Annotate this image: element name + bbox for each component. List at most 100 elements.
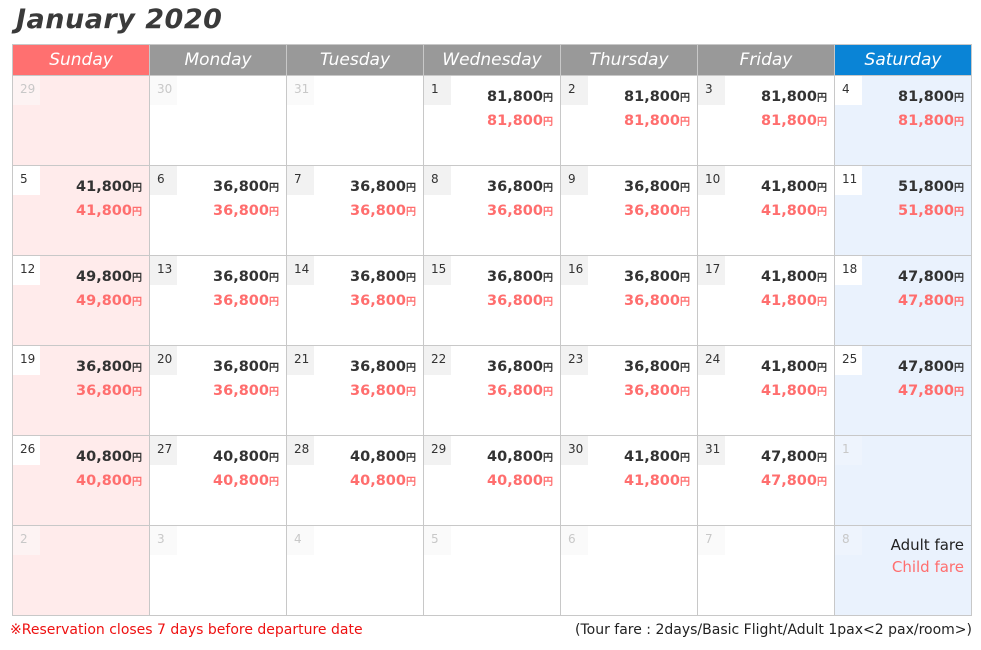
calendar-day-cell[interactable]: 13 36,800円 36,800円 [149,255,287,346]
fare-group: 36,800円 36,800円 [487,266,553,314]
yen-symbol: 円 [817,297,827,308]
calendar-day-cell[interactable]: 4 81,800円 81,800円 [834,75,972,166]
calendar-day-cell[interactable]: 28 40,800円 40,800円 [286,435,424,526]
calendar-day-cell[interactable]: 23 36,800円 36,800円 [560,345,698,436]
day-number: 22 [424,346,451,375]
yen-symbol: 円 [954,273,964,284]
yen-symbol: 円 [817,183,827,194]
calendar-day-cell[interactable]: 16 36,800円 36,800円 [560,255,698,346]
day-number: 3 [698,76,725,105]
calendar-day-cell[interactable]: 31 47,800円 47,800円 [697,435,835,526]
adult-fare: 40,800円 [76,446,142,470]
calendar-day-cell[interactable]: 11 51,800円 51,800円 [834,165,972,256]
adult-fare-amount: 81,800 [487,89,543,105]
adult-fare-amount: 36,800 [624,179,680,195]
child-fare: 81,800円 [624,110,690,134]
calendar-day-cell[interactable]: 1 81,800円 81,800円 [423,75,561,166]
weekday-header-row: Sunday Monday Tuesday Wednesday Thursday… [12,44,972,76]
fare-group: 40,800円 40,800円 [213,446,279,494]
yen-symbol: 円 [680,453,690,464]
adult-fare: 51,800円 [898,176,964,200]
calendar-day-cell[interactable]: 9 36,800円 36,800円 [560,165,698,256]
yen-symbol: 円 [132,363,142,374]
child-fare: 41,800円 [761,290,827,314]
child-fare: 36,800円 [624,380,690,404]
day-number: 8 [424,166,451,195]
yen-symbol: 円 [680,117,690,128]
calendar-day-cell-outside-month: 7 [697,525,835,616]
calendar-day-cell[interactable]: 15 36,800円 36,800円 [423,255,561,346]
calendar-day-cell[interactable]: 30 41,800円 41,800円 [560,435,698,526]
yen-symbol: 円 [817,453,827,464]
calendar-day-cell[interactable]: 21 36,800円 36,800円 [286,345,424,436]
calendar-day-cell[interactable]: 12 49,800円 49,800円 [12,255,150,346]
yen-symbol: 円 [132,387,142,398]
yen-symbol: 円 [817,387,827,398]
weekday-header-tuesday: Tuesday [286,44,424,76]
adult-fare: 36,800円 [213,176,279,200]
yen-symbol: 円 [406,273,416,284]
child-fare: 36,800円 [213,380,279,404]
child-fare: 36,800円 [213,200,279,224]
yen-symbol: 円 [954,117,964,128]
fare-group: 49,800円 49,800円 [76,266,142,314]
yen-symbol: 円 [954,363,964,374]
fare-group: 41,800円 41,800円 [624,446,690,494]
calendar-day-cell[interactable]: 18 47,800円 47,800円 [834,255,972,346]
calendar-day-cell[interactable]: 25 47,800円 47,800円 [834,345,972,436]
yen-symbol: 円 [954,207,964,218]
calendar-day-cell[interactable]: 10 41,800円 41,800円 [697,165,835,256]
yen-symbol: 円 [954,183,964,194]
fare-group: 36,800円 36,800円 [350,176,416,224]
calendar-day-cell[interactable]: 22 36,800円 36,800円 [423,345,561,436]
calendar-day-cell-outside-month: 5 [423,525,561,616]
yen-symbol: 円 [406,297,416,308]
child-fare: 36,800円 [350,290,416,314]
calendar-day-cell[interactable]: 29 40,800円 40,800円 [423,435,561,526]
calendar-day-cell[interactable]: 19 36,800円 36,800円 [12,345,150,436]
calendar-day-cell[interactable]: 5 41,800円 41,800円 [12,165,150,256]
day-number: 16 [561,256,588,285]
child-fare-amount: 47,800 [898,383,954,399]
adult-fare-amount: 81,800 [624,89,680,105]
calendar-day-cell[interactable]: 20 36,800円 36,800円 [149,345,287,436]
adult-fare: 36,800円 [624,356,690,380]
calendar-day-cell[interactable]: 6 36,800円 36,800円 [149,165,287,256]
adult-fare-amount: 40,800 [213,449,269,465]
yen-symbol: 円 [132,207,142,218]
calendar-day-cell-outside-month: 3 [149,525,287,616]
adult-fare: 41,800円 [761,356,827,380]
legend-child-fare: Child fare [891,558,964,576]
yen-symbol: 円 [680,477,690,488]
adult-fare-amount: 41,800 [761,179,817,195]
reservation-note: ※Reservation closes 7 days before depart… [10,622,363,638]
calendar-day-cell[interactable]: 24 41,800円 41,800円 [697,345,835,436]
child-fare: 36,800円 [624,200,690,224]
calendar-day-cell[interactable]: 26 40,800円 40,800円 [12,435,150,526]
calendar-day-cell[interactable]: 7 36,800円 36,800円 [286,165,424,256]
calendar-day-cell-outside-month: 29 [12,75,150,166]
calendar-day-cell[interactable]: 17 41,800円 41,800円 [697,255,835,346]
yen-symbol: 円 [680,183,690,194]
weekday-header-saturday: Saturday [834,44,972,76]
day-number: 20 [150,346,177,375]
adult-fare: 47,800円 [898,356,964,380]
adult-fare: 41,800円 [624,446,690,470]
yen-symbol: 円 [817,273,827,284]
calendar-day-cell[interactable]: 14 36,800円 36,800円 [286,255,424,346]
yen-symbol: 円 [132,477,142,488]
adult-fare-amount: 36,800 [76,359,132,375]
yen-symbol: 円 [269,387,279,398]
adult-fare: 36,800円 [76,356,142,380]
yen-symbol: 円 [954,93,964,104]
yen-symbol: 円 [132,453,142,464]
calendar-day-cell[interactable]: 3 81,800円 81,800円 [697,75,835,166]
calendar-day-cell[interactable]: 8 36,800円 36,800円 [423,165,561,256]
child-fare: 36,800円 [350,380,416,404]
yen-symbol: 円 [680,297,690,308]
calendar-day-cell[interactable]: 27 40,800円 40,800円 [149,435,287,526]
child-fare: 51,800円 [898,200,964,224]
adult-fare-amount: 40,800 [487,449,543,465]
child-fare-amount: 36,800 [76,383,132,399]
calendar-day-cell[interactable]: 2 81,800円 81,800円 [560,75,698,166]
